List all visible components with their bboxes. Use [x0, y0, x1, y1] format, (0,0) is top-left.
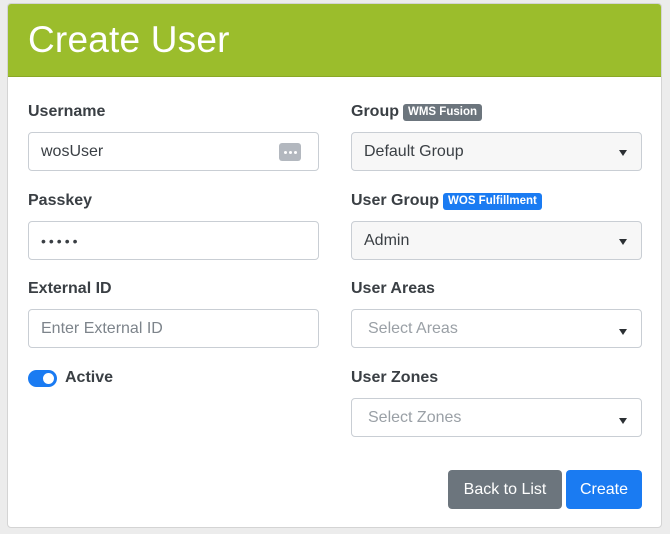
- passkey-input[interactable]: •••••: [28, 221, 319, 260]
- active-toggle-row: Active: [28, 369, 113, 387]
- group-field-group: Group WMS Fusion Default Group: [351, 101, 642, 171]
- external-id-label: External ID: [28, 280, 112, 297]
- group-select-value: Default Group: [364, 142, 464, 160]
- external-id-placeholder: Enter External ID: [41, 319, 163, 337]
- external-id-input[interactable]: Enter External ID: [28, 309, 319, 348]
- passkey-value: •••••: [41, 232, 81, 249]
- chevron-down-icon: [619, 418, 627, 424]
- active-toggle[interactable]: [28, 369, 57, 387]
- active-label: Active: [65, 369, 114, 386]
- user-group-select-value: Admin: [364, 231, 410, 249]
- chevron-down-icon: [619, 150, 627, 156]
- create-user-card: Create User Username wosUser Passkey •••…: [7, 3, 662, 528]
- user-areas-placeholder: Select Areas: [368, 319, 458, 337]
- group-label-row: Group WMS Fusion: [351, 101, 642, 123]
- user-areas-label: User Areas: [351, 280, 435, 297]
- chevron-down-icon: [619, 329, 627, 335]
- passkey-label: Passkey: [28, 192, 93, 209]
- chevron-down-icon: [619, 239, 627, 245]
- user-zones-placeholder: Select Zones: [368, 408, 462, 426]
- user-group-badge: WOS Fulfillment: [443, 192, 542, 210]
- group-badge: WMS Fusion: [403, 103, 482, 121]
- user-zones-select[interactable]: Select Zones: [351, 398, 642, 437]
- username-label: Username: [28, 103, 106, 120]
- user-areas-field-group: User Areas Select Areas: [351, 278, 642, 348]
- username-field-group: Username wosUser: [28, 101, 319, 171]
- password-manager-icon[interactable]: [279, 143, 301, 161]
- group-label: Group: [351, 103, 399, 120]
- user-zones-label: User Zones: [351, 369, 439, 386]
- back-to-list-button[interactable]: Back to List: [448, 470, 562, 509]
- card-header: Create User: [8, 4, 661, 77]
- passkey-field-group: Passkey •••••: [28, 190, 319, 260]
- user-areas-select[interactable]: Select Areas: [351, 309, 642, 348]
- username-value: wosUser: [41, 142, 104, 160]
- user-zones-field-group: User Zones Select Zones: [351, 367, 642, 437]
- page-title: Create User: [28, 19, 230, 60]
- toggle-knob: [43, 372, 54, 384]
- user-group-field-group: User Group WOS Fulfillment Admin: [351, 190, 642, 260]
- user-group-select[interactable]: Admin: [351, 221, 642, 260]
- external-id-field-group: External ID Enter External ID: [28, 278, 319, 348]
- create-button[interactable]: Create: [566, 470, 642, 509]
- group-select[interactable]: Default Group: [351, 132, 642, 171]
- user-group-label: User Group: [351, 192, 440, 209]
- user-group-label-row: User Group WOS Fulfillment: [351, 190, 642, 212]
- username-input[interactable]: wosUser: [28, 132, 319, 171]
